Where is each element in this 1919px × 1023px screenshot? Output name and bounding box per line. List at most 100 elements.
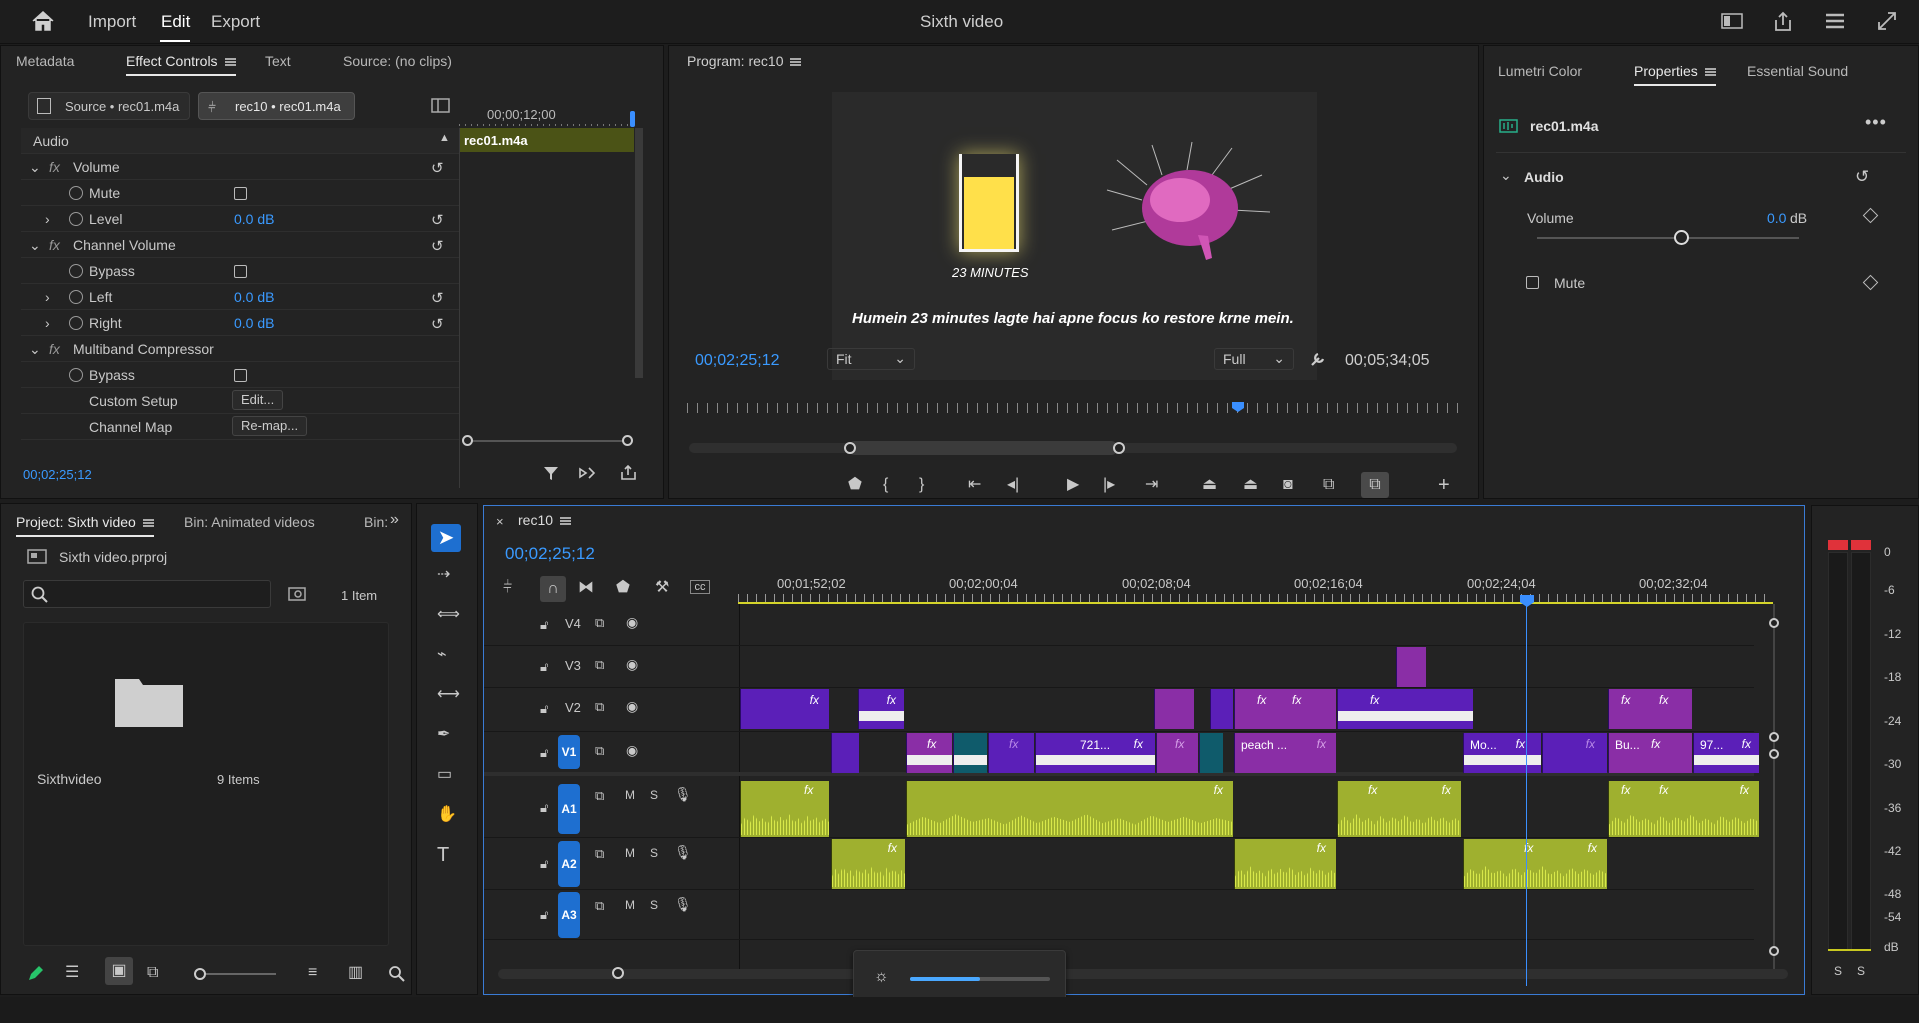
zoom-scroll-thumb[interactable] [848, 441, 1118, 455]
zoom-handle-left[interactable] [844, 442, 856, 454]
sync-lock-icon[interactable]: ⧉ [595, 846, 604, 862]
hand-tool-icon[interactable]: ✋ [437, 807, 457, 823]
zoom-handle-right[interactable] [1113, 442, 1125, 454]
fx-icon[interactable]: fx [49, 341, 60, 357]
home-icon[interactable] [30, 9, 56, 33]
audio-scroll-handle-top[interactable] [1769, 749, 1779, 759]
clip[interactable]: fx fx [1234, 689, 1336, 729]
lock-icon[interactable]: 🔓︎ [540, 907, 548, 923]
clip[interactable]: fx [858, 689, 904, 729]
clip[interactable]: fx [988, 733, 1034, 773]
project-search-input[interactable] [23, 580, 271, 608]
clip[interactable]: 97... fx [1693, 733, 1759, 773]
zoom-slider-track[interactable] [206, 973, 276, 975]
add-button-icon[interactable]: + [1438, 475, 1450, 495]
clip[interactable]: Mo... fx [1463, 733, 1541, 773]
marker-icon[interactable]: ⬟ [616, 580, 630, 596]
go-to-out-icon[interactable]: ⇥ [1145, 477, 1158, 493]
audio-clip[interactable]: fx [906, 781, 1233, 837]
mini-scroll-handle-right[interactable] [622, 435, 633, 446]
program-timecode[interactable]: 00;02;25;12 [695, 352, 780, 370]
eye-icon[interactable]: ◉ [626, 614, 638, 631]
solo-track-button[interactable]: S [650, 788, 658, 802]
mute-checkbox[interactable] [1526, 276, 1539, 289]
menu-icon[interactable] [224, 58, 236, 67]
step-back-icon[interactable]: ◂| [1007, 477, 1019, 493]
track-select-icon[interactable]: ⇢ [437, 567, 450, 583]
list-view-icon[interactable]: ☰ [65, 965, 79, 981]
razor-tool-icon[interactable]: ⌁ [437, 647, 447, 663]
clip[interactable]: Bu... fx [1608, 733, 1692, 773]
fx-icon[interactable]: fx [49, 159, 60, 175]
left-value[interactable]: 0.0 dB [234, 289, 274, 305]
track-target-v1[interactable]: V1 [558, 735, 580, 769]
pen-tool-icon[interactable]: ✒ [437, 727, 450, 743]
lock-icon[interactable]: 🔓︎ [540, 856, 548, 872]
fit-dropdown[interactable]: Fit ⌄ [827, 348, 915, 370]
chevron-down-icon[interactable]: ⌄ [29, 159, 41, 176]
reset-icon[interactable]: ↺ [431, 289, 444, 307]
effect-channel-volume[interactable]: ⌄ fx Channel Volume ↺ [21, 232, 459, 258]
audio-clip[interactable]: fx [740, 781, 829, 837]
volume-slider-track[interactable] [1537, 237, 1799, 239]
lock-icon[interactable]: 🔓︎ [540, 617, 548, 633]
brightness-slider-fill[interactable] [910, 977, 980, 981]
go-to-in-icon[interactable]: ⇤ [968, 477, 981, 493]
vertical-scroll-track[interactable] [1773, 604, 1775, 974]
lock-icon[interactable]: 🔓︎ [540, 800, 548, 816]
solo-right-button[interactable]: S [1857, 964, 1865, 978]
resolution-dropdown[interactable]: Full ⌄ [1214, 348, 1294, 370]
sync-lock-icon[interactable]: ⧉ [595, 898, 604, 914]
bypass-checkbox[interactable] [234, 265, 247, 278]
timeline-ruler[interactable] [738, 594, 1773, 602]
clip[interactable]: fx [1156, 733, 1198, 773]
play-icon[interactable]: ▶ [1067, 477, 1079, 493]
clip[interactable]: fx [906, 733, 952, 773]
clip[interactable] [1396, 647, 1426, 687]
reset-icon[interactable]: ↺ [1855, 167, 1869, 187]
tab-effect-controls[interactable]: Effect Controls [126, 53, 236, 76]
pencil-icon[interactable] [27, 964, 45, 982]
tab-essential-sound[interactable]: Essential Sound [1747, 63, 1848, 79]
step-forward-icon[interactable]: |▸ [1103, 477, 1115, 493]
audio-scroll-handle-bottom[interactable] [1769, 946, 1779, 956]
sync-lock-icon[interactable]: ⧉ [595, 615, 604, 631]
timeline-timecode[interactable]: 00;02;25;12 [505, 544, 595, 564]
selection-tool-icon[interactable]: ➤ [431, 524, 461, 552]
mute-checkbox[interactable] [234, 187, 247, 200]
chevron-down-icon[interactable]: ⌄ [1500, 167, 1512, 184]
audio-clip[interactable]: fx fx [1463, 839, 1607, 889]
tab-properties[interactable]: Properties [1634, 63, 1716, 86]
wrench-icon[interactable] [1309, 350, 1327, 368]
source-clip-tab[interactable]: Source • rec01.m4a [28, 92, 190, 120]
audio-clip[interactable]: fx fx fx [1608, 781, 1759, 837]
volume-slider-knob[interactable] [1674, 230, 1690, 245]
type-tool-icon[interactable]: T [437, 845, 449, 865]
effect-multiband[interactable]: ⌄ fx Multiband Compressor [21, 336, 459, 362]
mini-scroll-handle-left[interactable] [462, 435, 473, 446]
sequence-clip-tab[interactable]: ⫩ rec10 • rec01.m4a [198, 92, 355, 120]
level-value[interactable]: 0.0 dB [234, 211, 274, 227]
clip[interactable]: peach ... fx [1234, 733, 1336, 773]
clip[interactable]: fx fx [1608, 689, 1692, 729]
stopwatch-icon[interactable] [69, 316, 83, 330]
wrench-icon[interactable]: ⚒ [655, 580, 669, 596]
track-target-a2[interactable]: A2 [558, 841, 580, 887]
clip[interactable]: fx [740, 689, 829, 729]
menu-icon[interactable] [142, 519, 154, 528]
edit-tab[interactable]: Edit [161, 12, 190, 32]
bypass2-checkbox[interactable] [234, 369, 247, 382]
mini-playhead[interactable] [630, 111, 635, 127]
clip[interactable] [831, 733, 859, 773]
folder-icon[interactable] [113, 673, 185, 729]
more-tabs-icon[interactable]: » [390, 511, 399, 529]
clip[interactable] [1210, 689, 1233, 729]
clip[interactable]: fx [1542, 733, 1607, 773]
program-ruler[interactable] [687, 403, 1459, 413]
share-icon[interactable] [1772, 10, 1794, 32]
stopwatch-icon[interactable] [69, 290, 83, 304]
track-target-a3[interactable]: A3 [558, 892, 580, 938]
reset-icon[interactable]: ↺ [431, 237, 444, 255]
lock-icon[interactable]: 🔓︎ [540, 745, 548, 761]
sync-lock-icon[interactable]: ⧉ [595, 788, 604, 804]
